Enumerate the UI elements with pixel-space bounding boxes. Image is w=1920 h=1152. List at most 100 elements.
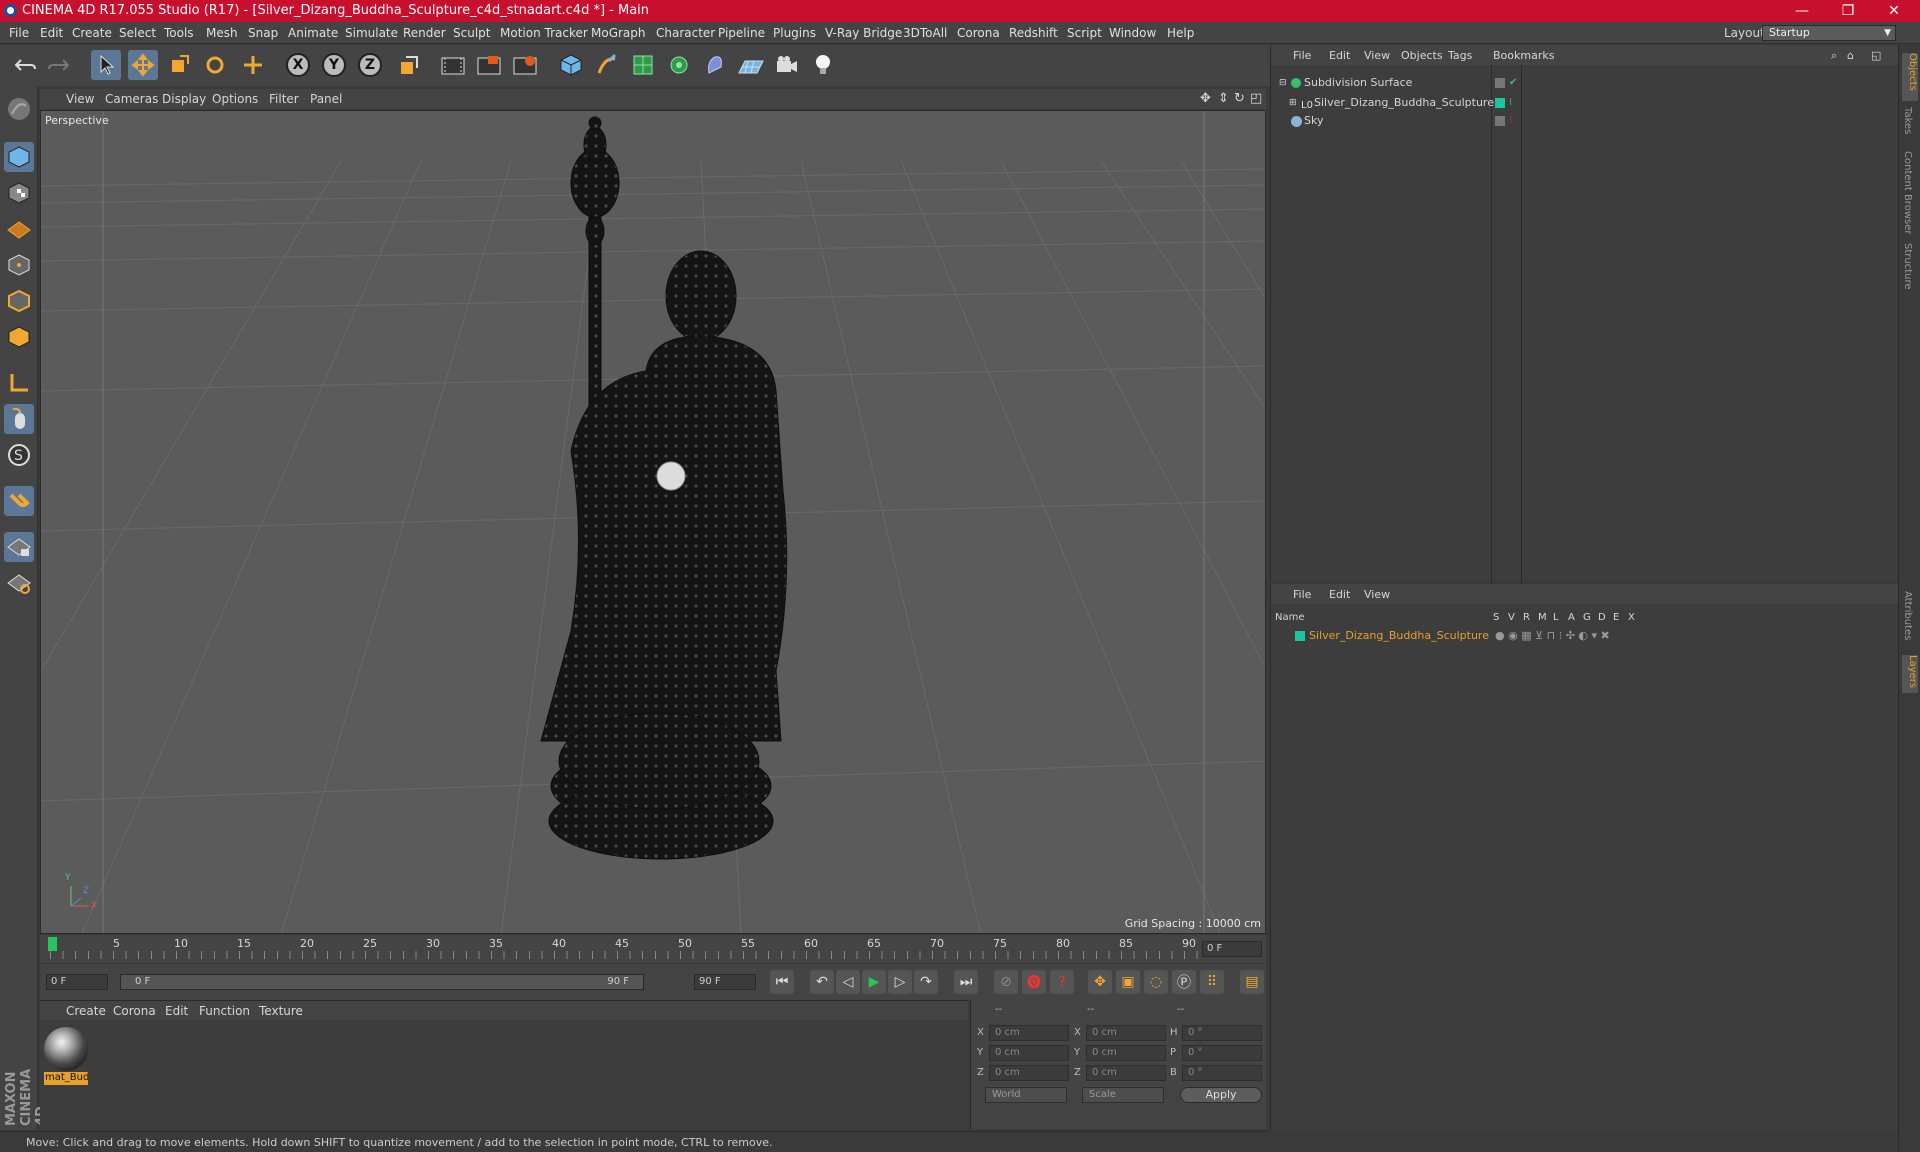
axis-mode-icon[interactable]: [4, 368, 34, 398]
rotation-b-field[interactable]: 0 °: [1182, 1065, 1262, 1081]
viewport-maximize-icon[interactable]: ◰: [1250, 91, 1262, 106]
material-menu-texture[interactable]: Texture: [259, 1004, 303, 1018]
move-icon[interactable]: [128, 50, 158, 80]
layer-color-icon[interactable]: [1495, 98, 1505, 108]
home-icon[interactable]: ⌂: [1847, 49, 1854, 62]
viewport-nav-move-icon[interactable]: ✥: [1200, 91, 1211, 106]
viewport-menu-panel[interactable]: Panel: [310, 92, 342, 106]
polygons-mode-icon[interactable]: [4, 322, 34, 352]
layer-toggle-icons[interactable]: ● ◉ ▦ ⊻ ⊓ ⁝ ✣ ◐ ▾ ✖: [1495, 627, 1610, 645]
solo-icon[interactable]: S: [4, 440, 34, 470]
layers-menu-file[interactable]: File: [1293, 588, 1311, 601]
next-key-icon[interactable]: ↷: [914, 970, 938, 994]
sculpt-brush-icon[interactable]: [4, 94, 34, 124]
menu-snap[interactable]: Snap: [248, 26, 278, 40]
menu-simulate[interactable]: Simulate: [345, 26, 398, 40]
layers-menu-view[interactable]: View: [1364, 588, 1390, 601]
objects-menu-edit[interactable]: Edit: [1329, 49, 1350, 62]
next-frame-icon[interactable]: ▷: [888, 970, 912, 994]
objects-menu-bookmarks[interactable]: Bookmarks: [1493, 49, 1554, 62]
live-move-icon[interactable]: [238, 50, 268, 80]
edges-mode-icon[interactable]: [4, 286, 34, 316]
size-y-field[interactable]: 0 cm: [1086, 1045, 1166, 1061]
layer-tag-icon[interactable]: [1495, 78, 1505, 88]
maximize-button[interactable]: ❐: [1826, 1, 1870, 21]
viewport-menu-view[interactable]: View: [66, 92, 94, 106]
menu-render[interactable]: Render: [403, 26, 446, 40]
grid-snap-icon[interactable]: [4, 568, 34, 598]
menu-corona[interactable]: Corona: [957, 26, 1000, 40]
layers-menu-edit[interactable]: Edit: [1329, 588, 1350, 601]
menu-plugins[interactable]: Plugins: [773, 26, 816, 40]
search-icon[interactable]: ⌕: [1831, 49, 1837, 63]
autokey-icon[interactable]: ⓿: [1022, 970, 1046, 994]
undo-icon[interactable]: [10, 50, 40, 80]
key-position-icon[interactable]: ✥: [1088, 970, 1112, 994]
menu-motion-tracker[interactable]: Motion Tracker: [500, 26, 588, 40]
layer-tag-icon[interactable]: [1495, 116, 1505, 126]
menu-3dtoall[interactable]: 3DToAll: [903, 26, 947, 40]
frame-range-slider[interactable]: 0 F 90 F: [120, 974, 644, 990]
viewport-menu-display[interactable]: Display: [162, 92, 206, 106]
new-window-icon[interactable]: ◱: [1871, 49, 1881, 62]
object-row[interactable]: Sky ⁝: [1275, 112, 1895, 130]
viewport-menu-filter[interactable]: Filter: [269, 92, 299, 106]
menu-sculpt[interactable]: Sculpt: [453, 26, 490, 40]
key-pla-icon[interactable]: ⠿: [1200, 970, 1224, 994]
viewport-menu-cameras[interactable]: Cameras: [105, 92, 158, 106]
menu-edit[interactable]: Edit: [40, 26, 63, 40]
end-frame-field[interactable]: 90 F: [694, 974, 756, 990]
camera-icon[interactable]: [772, 50, 802, 80]
model-mode-icon[interactable]: [4, 142, 34, 172]
minimize-button[interactable]: —: [1780, 1, 1824, 21]
x-axis-icon[interactable]: X: [283, 50, 313, 80]
timeline-window-icon[interactable]: ▤: [1240, 970, 1264, 994]
menu-script[interactable]: Script: [1067, 26, 1102, 40]
light-icon[interactable]: [808, 50, 838, 80]
rotation-p-field[interactable]: 0 °: [1182, 1045, 1262, 1061]
close-button[interactable]: ✕: [1872, 1, 1916, 21]
rotation-h-field[interactable]: 0 °: [1182, 1025, 1262, 1041]
render-picture-viewer-icon[interactable]: [474, 50, 504, 80]
expand-icon[interactable]: ⊞: [1289, 94, 1297, 112]
collapse-icon[interactable]: ⊟: [1279, 74, 1287, 92]
viewport-perspective[interactable]: Perspective Y X Z Grid Spacing : 10000 c…: [40, 110, 1266, 934]
menu-create[interactable]: Create: [72, 26, 112, 40]
record-keys-off-icon[interactable]: ⊘: [994, 970, 1018, 994]
object-row[interactable]: ⊞ L0 Silver_Dizang_Buddha_Sculpture ⁝: [1275, 94, 1895, 112]
render-view-icon[interactable]: [438, 50, 468, 80]
points-mode-icon[interactable]: [4, 250, 34, 280]
select-arrow-icon[interactable]: [91, 50, 121, 80]
layer-row[interactable]: Silver_Dizang_Buddha_Sculpture ● ◉ ▦ ⊻ ⊓…: [1275, 627, 1895, 645]
pen-spline-icon[interactable]: [592, 50, 622, 80]
menu-tools[interactable]: Tools: [164, 26, 194, 40]
material-menu-function[interactable]: Function: [199, 1004, 250, 1018]
subdivision-icon[interactable]: [628, 50, 658, 80]
go-to-end-icon[interactable]: ⏭: [954, 970, 978, 994]
size-x-field[interactable]: 0 cm: [1086, 1025, 1166, 1041]
viewport-nav-zoom-icon[interactable]: ⇕: [1218, 91, 1229, 106]
menu-redshift[interactable]: Redshift: [1009, 26, 1058, 40]
floor-icon[interactable]: [736, 50, 766, 80]
size-mode-select[interactable]: Scale: [1082, 1087, 1164, 1103]
key-scale-icon[interactable]: ▣: [1116, 970, 1140, 994]
viewport-nav-rotate-icon[interactable]: ↻: [1234, 91, 1245, 106]
coordinate-system-icon[interactable]: [394, 50, 424, 80]
render-settings-icon[interactable]: [510, 50, 540, 80]
previous-frame-icon[interactable]: ◁: [836, 970, 860, 994]
visibility-dots-icon[interactable]: ⁝: [1509, 112, 1512, 130]
coordinate-mode-select[interactable]: World: [985, 1087, 1067, 1103]
current-frame-field[interactable]: 0 F: [1202, 941, 1262, 957]
tab-structure[interactable]: Structure: [1902, 243, 1913, 290]
key-parameter-icon[interactable]: Ⓟ: [1172, 970, 1196, 994]
cube-primitive-icon[interactable]: [556, 50, 586, 80]
workplane-icon[interactable]: [4, 214, 34, 244]
position-x-field[interactable]: 0 cm: [989, 1025, 1069, 1041]
array-icon[interactable]: [664, 50, 694, 80]
tab-layers[interactable]: Layers: [1902, 655, 1918, 693]
material-menu-corona[interactable]: Corona: [113, 1004, 156, 1018]
objects-menu-file[interactable]: File: [1293, 49, 1311, 62]
visibility-dots-icon[interactable]: ⁝: [1509, 94, 1512, 112]
menu-pipeline[interactable]: Pipeline: [718, 26, 765, 40]
key-rotation-icon[interactable]: ◌: [1144, 970, 1168, 994]
